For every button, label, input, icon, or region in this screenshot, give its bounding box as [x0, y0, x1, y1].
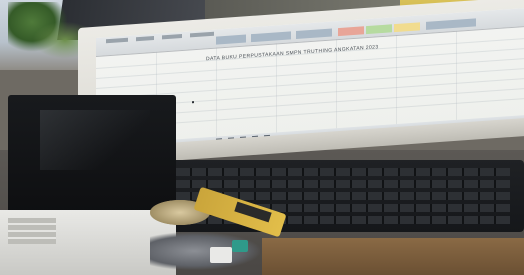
- ribbon-button[interactable]: [426, 18, 476, 30]
- ribbon-button[interactable]: [251, 31, 291, 43]
- ribbon-tab[interactable]: [136, 35, 154, 42]
- gridline: [396, 34, 397, 133]
- laptop-screen-glare: [40, 110, 150, 170]
- gridline: [276, 43, 277, 141]
- photo: DATA BUKU PERPUSTAKAAN SMPN TRUTHING ANG…: [0, 0, 524, 275]
- white-key-tag: [210, 247, 232, 263]
- laptop-keyboard[interactable]: [8, 218, 56, 244]
- ribbon-button[interactable]: [296, 28, 332, 40]
- keyboard-keys: [160, 216, 510, 224]
- gridline: [456, 30, 457, 128]
- ribbon-button[interactable]: [216, 34, 246, 45]
- ribbon-tab[interactable]: [162, 33, 182, 40]
- ribbon-tab[interactable]: [190, 31, 214, 38]
- cell-style-bad[interactable]: [338, 26, 364, 37]
- gridline: [336, 39, 337, 137]
- keyboard-keys: [160, 168, 510, 176]
- cell-style-neutral[interactable]: [394, 22, 420, 33]
- ribbon-tab[interactable]: [106, 37, 128, 44]
- gridline: [216, 47, 217, 145]
- wooden-box: [262, 238, 524, 275]
- green-key-tag: [232, 240, 248, 252]
- mouse-cursor: [192, 101, 194, 104]
- cell-style-good[interactable]: [366, 24, 392, 35]
- keyboard-keys: [160, 180, 510, 188]
